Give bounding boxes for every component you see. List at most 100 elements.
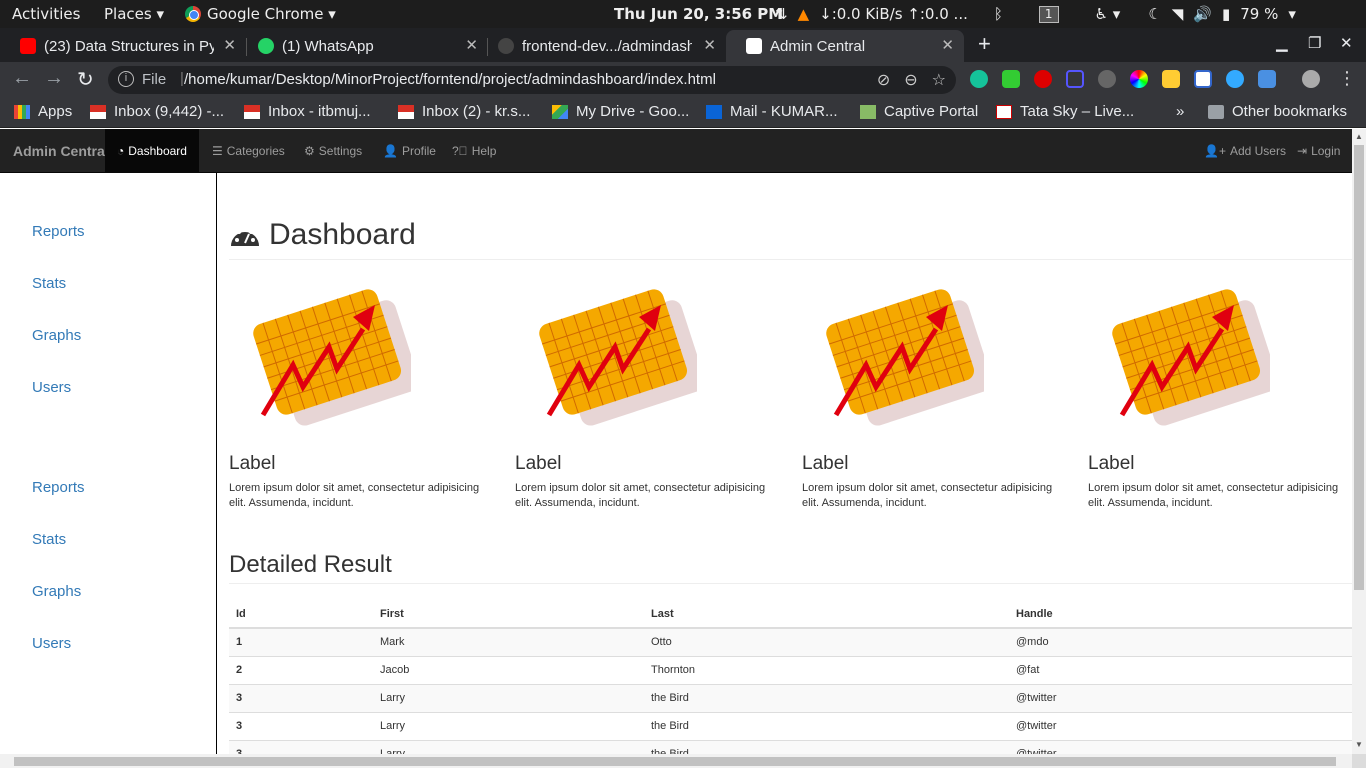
bluetooth-icon: ᛒ [993, 5, 1003, 23]
cell-id: 2 [229, 655, 373, 684]
sidebar-item-reports[interactable]: Reports [32, 479, 85, 496]
extension-form-icon[interactable] [1194, 70, 1212, 88]
vertical-scroll-thumb[interactable] [1354, 145, 1364, 590]
scroll-down-icon[interactable]: ▼ [1355, 740, 1363, 749]
google-drive-icon [552, 104, 568, 119]
minimize-icon[interactable]: ▁ [1276, 34, 1288, 52]
horizontal-scroll-thumb[interactable] [14, 757, 1336, 766]
extension-hand-icon[interactable] [1002, 70, 1020, 88]
bookmark-captive-portal[interactable]: Captive Portal [860, 103, 978, 120]
workspace-indicator[interactable]: 1 [1038, 5, 1059, 23]
chrome-menu-icon[interactable]: ⋮ [1338, 68, 1356, 89]
sidebar-item-stats[interactable]: Stats [32, 275, 66, 292]
bookmark-other[interactable]: Other bookmarks [1208, 103, 1347, 120]
scroll-up-icon[interactable]: ▲ [1355, 132, 1363, 141]
dashboard-gauge-icon [231, 227, 259, 246]
status-area[interactable]: ⇅ ▲ ↓:0.0 KiB/s ↑:0.0 ... ᛒ 1 ♿ ▾ ☾ ◥ 🔊 … [775, 5, 1296, 23]
back-icon[interactable]: ← [12, 67, 32, 90]
sidebar-item-graphs[interactable]: Graphs [32, 327, 81, 344]
tab-youtube[interactable]: (23) Data Structures in Pyt ✕ [0, 30, 246, 62]
maximize-icon[interactable]: ❐ [1308, 34, 1321, 52]
nav-profile[interactable]: 👤 Profile [371, 129, 448, 173]
cell-first: Larry [373, 739, 644, 754]
activities-button[interactable]: Activities [12, 5, 80, 23]
vertical-scrollbar[interactable]: ▲ ▼ [1352, 129, 1366, 754]
accessibility-icon: ♿ ▾ [1094, 5, 1121, 23]
tab-close-icon[interactable]: ✕ [941, 36, 954, 54]
navbar-brand[interactable]: Admin Central [13, 143, 109, 159]
nav-settings[interactable]: ⚙ Settings [292, 129, 374, 173]
sidebar-item-reports[interactable]: Reports [32, 223, 85, 240]
user-icon: 👤 [383, 144, 398, 158]
tab-title: (23) Data Structures in Pyt [44, 37, 214, 55]
bookmark-label: Mail - KUMAR... [730, 103, 838, 120]
growth-chart-image [539, 289, 706, 426]
places-menu[interactable]: Places ▾ [104, 5, 164, 23]
forward-icon[interactable]: → [44, 67, 64, 90]
bookmark-gmail-3[interactable]: Inbox (2) - kr.s... [398, 103, 530, 120]
zoom-icon[interactable]: ⊖ [904, 70, 917, 90]
tab-close-icon[interactable]: ✕ [703, 36, 716, 54]
cell-handle: @twitter [1009, 683, 1352, 712]
card-description: Lorem ipsum dolor sit amet, consectetur … [802, 482, 1053, 509]
bookmark-gmail-2[interactable]: Inbox - itbmuj... [244, 103, 371, 120]
gmail-icon [398, 104, 414, 119]
record-extension-icon[interactable] [1098, 70, 1116, 88]
table-row: 3 Larry the Bird @twitter [229, 739, 1352, 754]
cell-handle: @fat [1009, 655, 1352, 684]
extension-pencil-icon[interactable] [1162, 70, 1180, 88]
bookmark-gmail-1[interactable]: Inbox (9,442) -... [90, 103, 224, 120]
stat-card: Label Lorem ipsum dolor sit amet, consec… [229, 283, 499, 509]
horizontal-scrollbar[interactable] [0, 754, 1352, 768]
nav-login[interactable]: ⇥ Login [1285, 129, 1352, 173]
tab-admin-central[interactable]: Admin Central ✕ [726, 30, 964, 62]
top-navbar: Admin Central ◔ Dashboard ☰ Categories ⚙… [0, 129, 1352, 173]
info-icon[interactable]: i [118, 71, 134, 87]
stat-card: Label Lorem ipsum dolor sit amet, consec… [802, 283, 1072, 509]
nav-label: Login [1311, 144, 1341, 158]
url-text[interactable]: /home/kumar/Desktop/MinorProject/fornten… [184, 71, 716, 88]
chrome-logo-icon [185, 6, 201, 22]
sidebar-item-graphs[interactable]: Graphs [32, 583, 81, 600]
title-divider [229, 259, 1352, 260]
bookmark-outlook[interactable]: Mail - KUMAR... [706, 103, 838, 120]
dashboard-icon: ◔ [117, 144, 125, 158]
sidebar: Reports Stats Graphs Users Reports Stats… [0, 173, 217, 754]
tab-close-icon[interactable]: ✕ [465, 36, 478, 54]
battery-percent: 79 % [1240, 5, 1279, 23]
extension-g-icon[interactable] [1258, 70, 1276, 88]
bookmark-star-icon[interactable]: ☆ [932, 70, 946, 90]
column-header-id: Id [229, 600, 373, 629]
sidebar-item-stats[interactable]: Stats [32, 531, 66, 548]
app-menu[interactable]: Google Chrome ▾ [185, 5, 336, 23]
folder-icon [1208, 104, 1224, 119]
extension-globe-icon[interactable] [1226, 70, 1244, 88]
new-tab-icon[interactable]: + [978, 31, 991, 57]
reload-icon[interactable]: ↻ [77, 67, 94, 92]
crop-extension-icon[interactable] [1066, 70, 1084, 88]
color-picker-icon[interactable] [1130, 70, 1148, 88]
address-bar[interactable]: i File | /home/kumar/Desktop/MinorProjec… [108, 66, 956, 94]
omnibox-actions: ⊘ ⊖ ☆ [877, 70, 946, 90]
bookmarks-overflow[interactable]: » [1176, 103, 1184, 120]
tab-close-icon[interactable]: ✕ [223, 36, 236, 54]
bookmark-drive[interactable]: My Drive - Goo... [552, 103, 689, 120]
close-window-icon[interactable]: ✕ [1340, 34, 1353, 52]
tab-whatsapp[interactable]: (1) WhatsApp ✕ [238, 30, 488, 62]
sidebar-item-users[interactable]: Users [32, 379, 71, 396]
nav-add-users[interactable]: 👤+ Add Users [1192, 129, 1298, 173]
sidebar-item-users[interactable]: Users [32, 635, 71, 652]
table-row: 3 Larry the Bird @twitter [229, 711, 1352, 740]
profile-avatar-icon[interactable] [1302, 70, 1320, 88]
nav-categories[interactable]: ☰ Categories [200, 129, 297, 173]
nav-dashboard[interactable]: ◔ Dashboard [105, 129, 199, 173]
bookmark-tata-sky[interactable]: Tata Sky – Live... [996, 103, 1134, 120]
clock[interactable]: Thu Jun 20, 3:56 PM [614, 5, 783, 23]
card-label: Label [1088, 453, 1135, 474]
bookmark-apps[interactable]: Apps [14, 103, 72, 120]
tab-github[interactable]: frontend-dev.../admindash ✕ [478, 30, 726, 62]
blocked-content-icon[interactable]: ⊘ [877, 70, 890, 90]
grammarly-icon[interactable] [970, 70, 988, 88]
nav-help[interactable]: ?⃝ Help [440, 129, 508, 173]
adblock-icon[interactable] [1034, 70, 1052, 88]
